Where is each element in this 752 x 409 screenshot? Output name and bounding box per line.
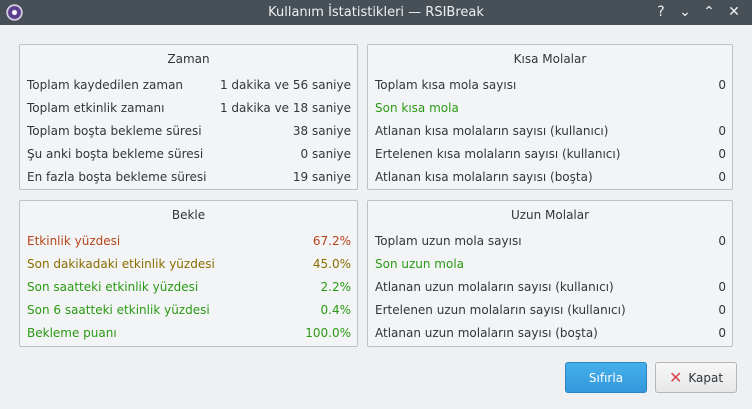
stat-label: Ertelenen uzun molaların sayısı (kullanı…: [375, 303, 626, 317]
stat-label: En fazla boşta bekleme süresi: [27, 170, 207, 184]
maximize-icon[interactable]: ⌃: [700, 3, 718, 21]
stat-row: Atlanan kısa molaların sayısı (boşta) 0: [375, 169, 726, 185]
stat-label: Son uzun mola: [375, 257, 465, 271]
stat-value: 0: [718, 147, 726, 161]
stat-value: 67.2%: [312, 234, 351, 248]
stat-row: Toplam uzun mola sayısı 0: [375, 233, 726, 249]
stat-row: Toplam etkinlik zamanı 1 dakika ve 18 sa…: [27, 100, 351, 116]
stat-row: Atlanan kısa molaların sayısı (kullanıcı…: [375, 123, 726, 139]
stat-value: 0: [718, 280, 726, 294]
stat-label: Son kısa mola: [375, 101, 459, 115]
long-breaks-panel: Uzun Molalar Toplam uzun mola sayısı 0 S…: [367, 200, 733, 347]
stat-row: Atlanan uzun molaların sayısı (kullanıcı…: [375, 279, 726, 295]
stat-label: Bekleme puanı: [27, 326, 117, 340]
stat-value: 1 dakika ve 56 saniye: [219, 78, 351, 92]
title-bar[interactable]: Kullanım İstatistikleri — RSIBreak ? ⌄ ⌃…: [0, 0, 752, 25]
close-button[interactable]: ✕ Kapat: [655, 362, 737, 393]
panel-title: Uzun Molalar: [510, 208, 590, 222]
minimize-icon[interactable]: ⌄: [676, 3, 694, 21]
stat-label: Atlanan uzun molaların sayısı (boşta): [375, 326, 598, 340]
stat-value: 0: [718, 326, 726, 340]
stat-value: 2.2%: [320, 280, 352, 294]
stat-label: Toplam kısa mola sayısı: [375, 78, 517, 92]
close-x-icon: ✕: [668, 367, 683, 387]
stat-row: Son kısa mola: [375, 100, 726, 116]
stat-value: 1 dakika ve 18 saniye: [219, 101, 351, 115]
stat-value: 38 saniye: [292, 124, 351, 138]
reset-button[interactable]: Sıfırla: [565, 362, 647, 393]
stat-label: Son 6 saatteki etkinlik yüzdesi: [27, 303, 210, 317]
stat-row: Bekleme puanı 100.0%: [27, 325, 351, 341]
stat-label: Ertelenen kısa molaların sayısı (kullanı…: [375, 147, 621, 161]
stat-row: En fazla boşta bekleme süresi 19 saniye: [27, 169, 351, 185]
stat-label: Atlanan uzun molaların sayısı (kullanıcı…: [375, 280, 614, 294]
stat-row: Toplam kısa mola sayısı 0: [375, 77, 726, 93]
stat-value: 0: [718, 234, 726, 248]
short-breaks-panel: Kısa Molalar Toplam kısa mola sayısı 0 S…: [367, 44, 733, 190]
stat-label: Toplam uzun mola sayısı: [375, 234, 522, 248]
stat-row: Ertelenen kısa molaların sayısı (kullanı…: [375, 146, 726, 162]
stat-value: 100.0%: [305, 326, 351, 340]
stat-value: 0: [718, 78, 726, 92]
stat-label: Toplam boşta bekleme süresi: [27, 124, 202, 138]
stat-label: Toplam etkinlik zamanı: [27, 101, 165, 115]
help-icon[interactable]: ?: [652, 3, 670, 21]
panel-title: Bekle: [171, 208, 206, 222]
stat-label: Son dakikadaki etkinlik yüzdesi: [27, 257, 215, 271]
stat-value: 0 saniye: [300, 147, 351, 161]
time-panel: Zaman Toplam kaydedilen zaman 1 dakika v…: [19, 44, 358, 190]
stat-value: 19 saniye: [292, 170, 351, 184]
stat-label: Atlanan kısa molaların sayısı (kullanıcı…: [375, 124, 609, 138]
stat-value: 0: [718, 124, 726, 138]
stat-label: Şu anki boşta bekleme süresi: [27, 147, 204, 161]
close-button-label: Kapat: [688, 370, 724, 385]
close-icon[interactable]: ✕: [725, 3, 743, 21]
pause-panel: Bekle Etkinlik yüzdesi 67.2% Son dakikad…: [19, 200, 358, 347]
stat-row: Son 6 saatteki etkinlik yüzdesi 0.4%: [27, 302, 351, 318]
stat-value: 45.0%: [312, 257, 351, 271]
stat-row: Son dakikadaki etkinlik yüzdesi 45.0%: [27, 256, 351, 272]
reset-button-label: Sıfırla: [588, 370, 624, 385]
stat-value: 0: [718, 303, 726, 317]
stat-label: Son saatteki etkinlik yüzdesi: [27, 280, 199, 294]
stat-row: Son uzun mola: [375, 256, 726, 272]
stat-row: Son saatteki etkinlik yüzdesi 2.2%: [27, 279, 351, 295]
stat-row: Atlanan uzun molaların sayısı (boşta) 0: [375, 325, 726, 341]
stat-row: Toplam kaydedilen zaman 1 dakika ve 56 s…: [27, 77, 351, 93]
window-title: Kullanım İstatistikleri — RSIBreak: [268, 5, 484, 20]
stat-label: Atlanan kısa molaların sayısı (boşta): [375, 170, 593, 184]
stat-row: Toplam boşta bekleme süresi 38 saniye: [27, 123, 351, 139]
stat-label: Etkinlik yüzdesi: [27, 234, 121, 248]
stat-value: 0: [718, 170, 726, 184]
panel-title: Zaman: [167, 52, 210, 66]
stat-label: Toplam kaydedilen zaman: [27, 78, 184, 92]
stat-row: Şu anki boşta bekleme süresi 0 saniye: [27, 146, 351, 162]
stat-value: 0.4%: [320, 303, 352, 317]
stat-row: Etkinlik yüzdesi 67.2%: [27, 233, 351, 249]
stat-row: Ertelenen uzun molaların sayısı (kullanı…: [375, 302, 726, 318]
panel-title: Kısa Molalar: [513, 52, 587, 66]
